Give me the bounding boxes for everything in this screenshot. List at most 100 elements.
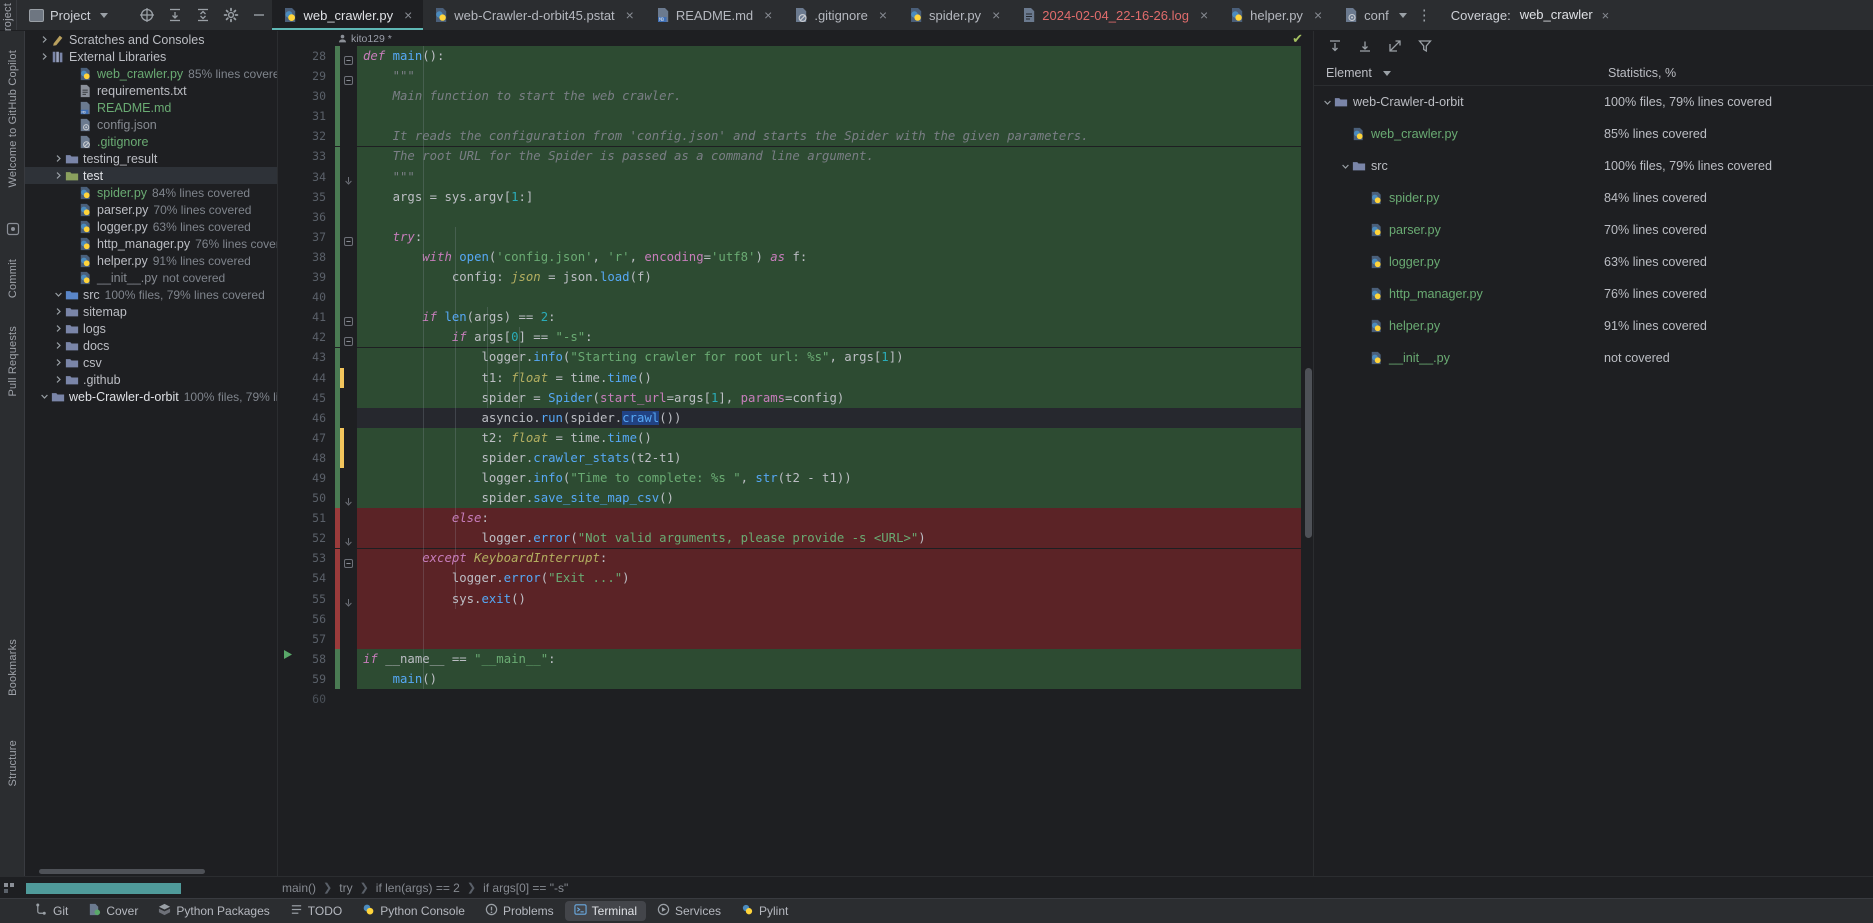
tree-item-requirements-txt[interactable]: requirements.txt: [25, 82, 277, 99]
tab-pstat[interactable]: web-Crawler-d-orbit45.pstat ×: [423, 0, 645, 30]
chevron-down-icon[interactable]: [1341, 162, 1350, 171]
code-line[interactable]: spider = Spider(start_url=args[1], param…: [357, 388, 1301, 408]
tree-item--gitignore[interactable]: .gitignore: [25, 133, 277, 150]
tree-expand-arrow[interactable]: [53, 341, 64, 350]
tab-gitignore[interactable]: .gitignore ×: [783, 0, 898, 30]
close-icon[interactable]: ×: [990, 7, 1002, 23]
code-line[interactable]: asyncio.run(spider.crawl()): [357, 407, 1301, 428]
fold-collapse-icon[interactable]: [344, 233, 353, 246]
tree-expand-arrow[interactable]: [53, 307, 64, 316]
fold-collapse-icon[interactable]: [344, 313, 353, 327]
code-line[interactable]: except KeyboardInterrupt:: [357, 548, 1301, 568]
code-line[interactable]: [357, 287, 1301, 307]
tree-item-helper-py[interactable]: helper.py 91% lines covered: [25, 252, 277, 269]
tree-item-scratches-and-consoles[interactable]: Scratches and Consoles: [25, 31, 277, 48]
rail-item-pull-requests[interactable]: Pull Requests: [0, 314, 25, 409]
breadcrumb-item[interactable]: main(): [282, 881, 316, 895]
bottom-tab-services[interactable]: Services: [648, 901, 730, 921]
coverage-row[interactable]: src 100% files, 79% lines covered: [1314, 150, 1873, 182]
close-icon[interactable]: ×: [877, 7, 889, 23]
coverage-row[interactable]: web_crawler.py 85% lines covered: [1314, 118, 1873, 150]
code-line[interactable]: if args[0] == "-s":: [357, 327, 1301, 347]
code-line[interactable]: [357, 689, 1301, 709]
chevron-right-icon[interactable]: [54, 341, 63, 350]
fold-collapse-icon[interactable]: [344, 72, 353, 86]
fold-collapse-icon[interactable]: [344, 555, 353, 568]
fold-end-icon[interactable]: [344, 494, 353, 506]
tree-item-spider-py[interactable]: spider.py 84% lines covered: [25, 184, 277, 201]
close-icon[interactable]: ×: [1602, 8, 1610, 23]
bottom-tab-terminal[interactable]: Terminal: [564, 901, 646, 921]
code-line[interactable]: if __name__ == "__main__":: [357, 649, 1301, 669]
coverage-row[interactable]: web-Crawler-d-orbit 100% files, 79% lines…: [1314, 86, 1873, 118]
tree-expand-arrow[interactable]: [39, 35, 50, 44]
code-area[interactable]: 28 29 30 31 32 33 34 35 36 37 38 39 40 41 42 43 44 45 46 47…: [278, 46, 1313, 876]
code-line[interactable]: config: json = json.load(f): [357, 267, 1301, 287]
chevron-right-icon[interactable]: [54, 324, 63, 333]
close-icon[interactable]: ×: [1312, 7, 1324, 23]
code-line[interactable]: [357, 629, 1301, 649]
chevron-down-icon[interactable]: [1323, 98, 1332, 107]
coverage-expand-arrow[interactable]: [1322, 98, 1333, 107]
editor-marker-strip[interactable]: [1301, 46, 1313, 876]
code-line[interactable]: logger.info("Starting crawler for root u…: [357, 347, 1301, 367]
code-line[interactable]: logger.info("Time to complete: %s ", str…: [357, 468, 1301, 488]
rail-item-bookmarks[interactable]: Bookmarks: [0, 628, 25, 706]
code-line[interactable]: [357, 207, 1301, 227]
rail-item-copilot[interactable]: Welcome to GitHub Copilot: [0, 39, 25, 199]
bottom-tab-problems[interactable]: Problems: [476, 901, 563, 921]
chevron-right-icon[interactable]: [40, 52, 49, 61]
code-line[interactable]: with open('config.json', 'r', encoding='…: [357, 247, 1301, 267]
layout-toggle-icon[interactable]: [4, 883, 14, 893]
tree-expand-arrow[interactable]: [39, 52, 50, 61]
code-line[interactable]: try:: [357, 227, 1301, 247]
tab-conf[interactable]: conf: [1333, 0, 1409, 30]
column-header-statistics[interactable]: Statistics, %: [1604, 66, 1676, 80]
tree-expand-arrow[interactable]: [53, 154, 64, 163]
tree-item-testing-result[interactable]: testing_result: [25, 150, 277, 167]
breadcrumb-item[interactable]: try: [339, 881, 352, 895]
coverage-expand-arrow[interactable]: [1340, 162, 1351, 171]
tree-horizontal-scrollbar[interactable]: [39, 869, 205, 874]
coverage-row[interactable]: spider.py 84% lines covered: [1314, 182, 1873, 214]
bottom-tab-cover[interactable]: Cover: [79, 901, 147, 921]
tree-expand-arrow[interactable]: [53, 324, 64, 333]
code-line[interactable]: args = sys.argv[1:]: [357, 187, 1301, 207]
fold-collapse-icon[interactable]: [344, 52, 353, 65]
expand-all-icon[interactable]: [1322, 33, 1348, 59]
tree-item-src[interactable]: src 100% files, 79% lines covered: [25, 286, 277, 303]
tab-overflow-menu[interactable]: ⋮: [1409, 0, 1441, 30]
code-line[interactable]: logger.error("Not valid arguments, pleas…: [357, 528, 1301, 548]
tree-item-parser-py[interactable]: parser.py 70% lines covered: [25, 201, 277, 218]
fold-end-icon[interactable]: [344, 595, 353, 607]
tab-log-file[interactable]: 2024-02-04_22-16-26.log ×: [1011, 0, 1219, 30]
tree-item-web-crawler-py[interactable]: web_crawler.py 85% lines covered: [25, 65, 277, 82]
close-icon[interactable]: ×: [762, 7, 774, 23]
project-tree[interactable]: Scratches and Consoles External Libraries…: [25, 31, 278, 876]
tree-item-config-json[interactable]: config.json: [25, 116, 277, 133]
coverage-row[interactable]: __init__.py not covered: [1314, 342, 1873, 374]
close-icon[interactable]: ×: [402, 7, 414, 23]
collapse-all-icon[interactable]: [190, 2, 216, 28]
tree-item-test[interactable]: test: [25, 167, 277, 184]
tab-helper-py[interactable]: helper.py ×: [1219, 0, 1333, 30]
coverage-row[interactable]: helper.py 91% lines covered: [1314, 310, 1873, 342]
code-line[interactable]: The root URL for the Spider is passed as…: [357, 146, 1301, 166]
tree-item-web-crawler-d-orbit[interactable]: web-Crawler-d-orbit 100% files, 79% li: [25, 388, 277, 405]
bottom-tab-todo[interactable]: TODO: [281, 901, 351, 921]
rail-item-structure[interactable]: Structure: [0, 728, 25, 798]
close-icon[interactable]: ×: [624, 7, 636, 23]
chevron-right-icon[interactable]: [54, 375, 63, 384]
code-line[interactable]: if len(args) == 2:: [357, 307, 1301, 327]
run-gutter-icon[interactable]: [283, 649, 293, 663]
code-line[interactable]: """: [357, 66, 1301, 86]
tree-item--init-py[interactable]: __init__.py not covered: [25, 269, 277, 286]
tree-item--github[interactable]: .github: [25, 371, 277, 388]
code-line[interactable]: else:: [357, 508, 1301, 528]
code-text-area[interactable]: def main(): """ Main function to start t…: [357, 46, 1301, 876]
fold-end-icon[interactable]: [344, 173, 353, 185]
fold-collapse-icon[interactable]: [344, 333, 353, 347]
code-line[interactable]: main(): [357, 669, 1301, 689]
tree-item-csv[interactable]: csv: [25, 354, 277, 371]
rail-item-commit[interactable]: Commit: [0, 249, 25, 309]
